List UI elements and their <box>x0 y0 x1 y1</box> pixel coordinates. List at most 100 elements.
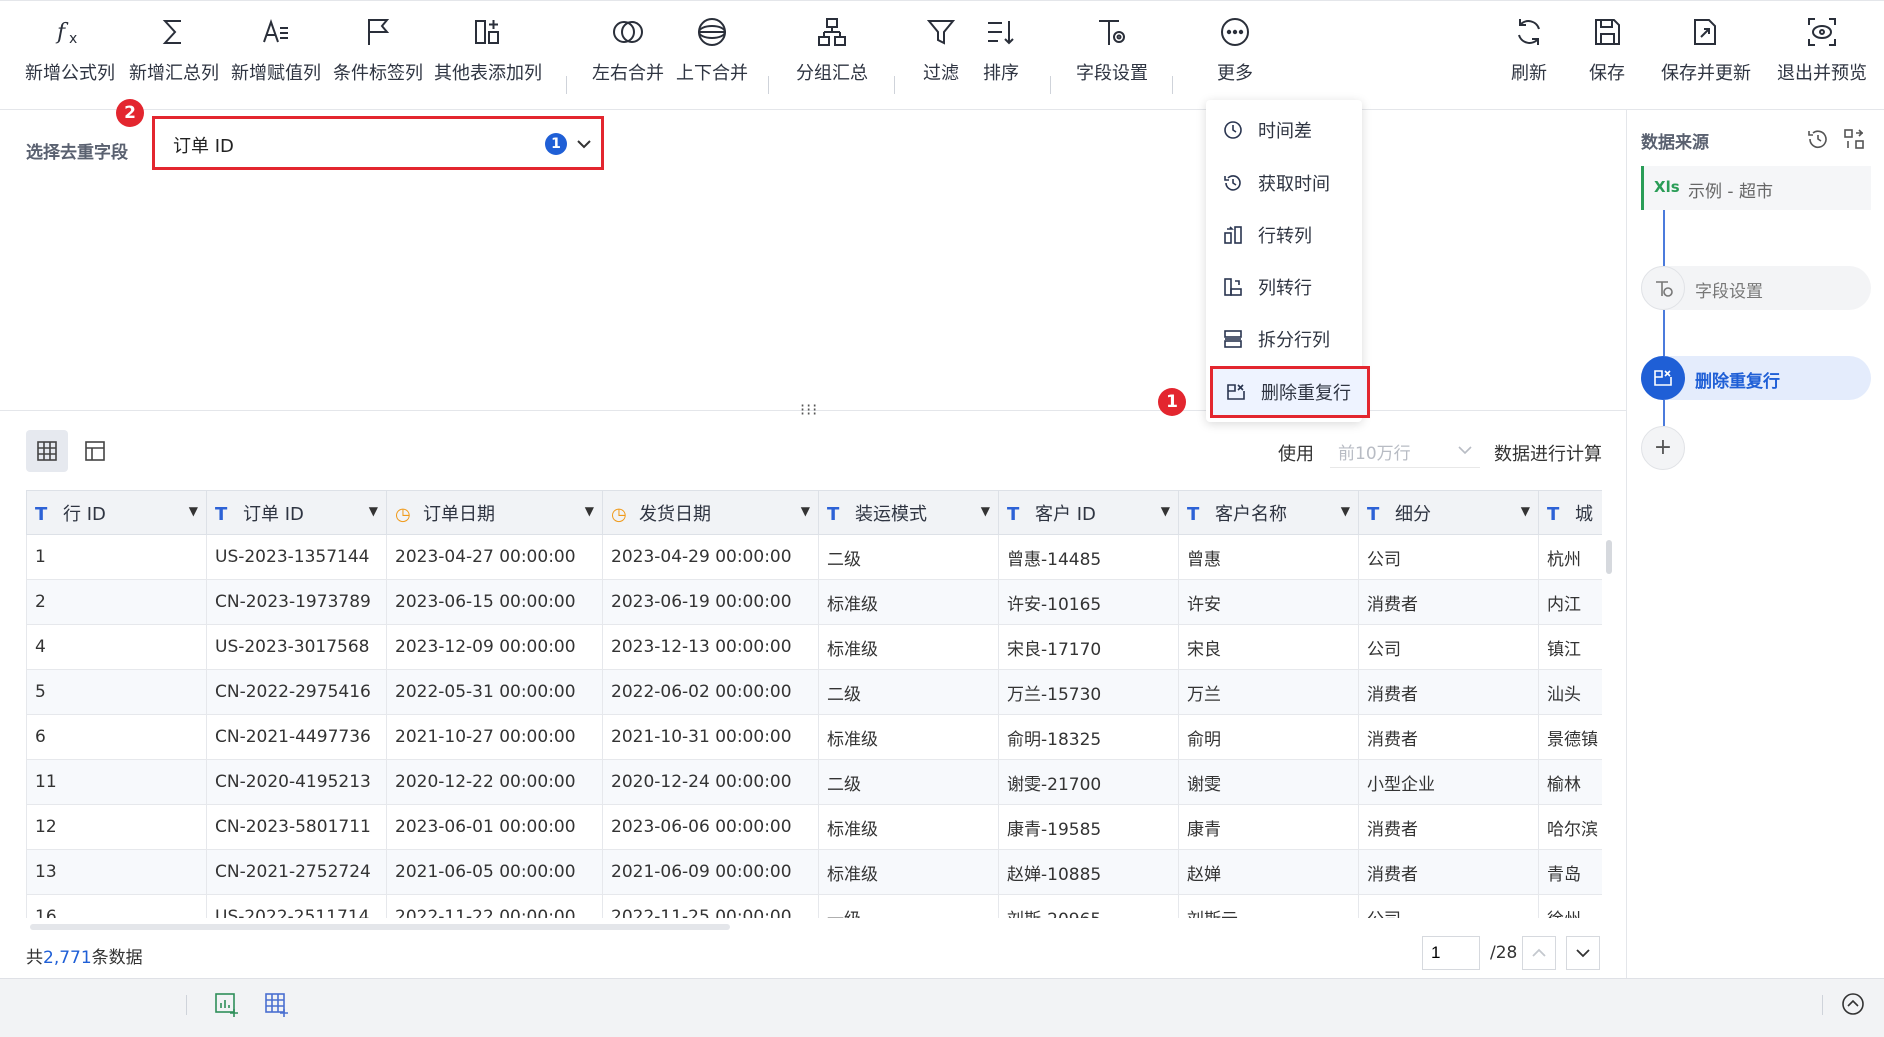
chevron-down-icon <box>577 140 591 149</box>
menu-item-split-rows[interactable]: 拆分行列 <box>1206 313 1362 365</box>
step-label: 删除重复行 <box>1695 372 1780 392</box>
column-menu-icon[interactable]: ▼ <box>1341 504 1350 518</box>
selected-count-badge: 1 <box>545 133 567 155</box>
menu-item-label: 拆分行列 <box>1258 330 1330 351</box>
add-assign-column-button[interactable]: 新增赋值列 <box>228 15 324 101</box>
refresh-button[interactable]: 刷新 <box>1504 15 1554 101</box>
more-button[interactable]: 更多 <box>1210 15 1260 101</box>
grid-view-toggle[interactable] <box>26 430 68 472</box>
column-menu-icon[interactable]: ▼ <box>801 504 810 518</box>
step-field-settings[interactable]: 字段设置 <box>1641 266 1871 310</box>
prev-page-button[interactable] <box>1522 936 1556 970</box>
horizontal-scrollbar[interactable] <box>30 924 730 930</box>
history-button[interactable] <box>1805 126 1831 152</box>
step-remove-duplicates[interactable]: 删除重复行 <box>1641 356 1871 400</box>
exit-and-preview-button[interactable]: 退出并预览 <box>1774 15 1870 101</box>
menu-item-time-diff[interactable]: 时间差 <box>1206 104 1362 156</box>
add-summary-column-button[interactable]: 新增汇总列 <box>126 15 222 101</box>
column-header[interactable]: T 装运模式 ▼ <box>818 490 999 535</box>
drag-handle-icon[interactable]: ⁝⁝⁝ <box>800 400 818 419</box>
add-step-button[interactable]: + <box>1641 426 1685 470</box>
table-cell: 标准级 <box>818 714 999 760</box>
row-limit-select[interactable]: 前10万行 <box>1330 432 1480 468</box>
menu-item-row-to-column[interactable]: 行转列 <box>1206 209 1362 261</box>
table-cell: 刘斯-20965 <box>998 894 1179 918</box>
column-menu-icon[interactable]: ▼ <box>1161 504 1170 518</box>
table-cell: 一级 <box>818 894 999 918</box>
layout-view-toggle[interactable] <box>74 430 116 472</box>
condition-tag-column-button[interactable]: 条件标签列 <box>330 15 426 101</box>
toolbar-label: 更多 <box>1217 63 1253 84</box>
layout-switch-button[interactable] <box>1841 126 1867 152</box>
column-header[interactable]: ◷ 发货日期 ▼ <box>602 490 819 535</box>
chevron-down-icon <box>1458 446 1472 455</box>
table-cell: 13 <box>26 849 207 895</box>
save-icon <box>1595 19 1620 45</box>
column-header[interactable]: T城 <box>1538 490 1602 535</box>
text-type-icon: T <box>1007 503 1020 525</box>
save-button[interactable]: 保存 <box>1582 15 1632 101</box>
filter-button[interactable]: 过滤 <box>916 15 966 101</box>
toolbar-label: 字段设置 <box>1076 63 1148 84</box>
menu-item-remove-duplicates[interactable]: 删除重复行 <box>1210 366 1370 418</box>
table-cell: 俞明-18325 <box>998 714 1179 760</box>
time-diff-icon <box>1224 121 1242 139</box>
dedupe-field-label: 选择去重字段 <box>26 143 128 163</box>
field-settings-button[interactable]: 字段设置 <box>1070 15 1154 101</box>
merge-horizontal-button[interactable]: 左右合并 <box>590 15 666 101</box>
sort-button[interactable]: 排序 <box>976 15 1026 101</box>
dedupe-field-select[interactable]: 订单 ID 1 <box>152 116 604 170</box>
next-page-button[interactable] <box>1566 936 1600 970</box>
text-type-icon: T <box>215 503 228 525</box>
chevron-down-icon <box>1576 949 1590 958</box>
toolbar-divider <box>1050 76 1051 94</box>
table-cell: 汕头 <box>1538 669 1602 715</box>
formula-icon: fx <box>55 20 77 47</box>
bottom-bar <box>0 978 1884 1037</box>
column-menu-icon[interactable]: ▼ <box>1521 504 1530 518</box>
table-cell: 1 <box>26 534 207 580</box>
table-cell: 2023-06-01 00:00:00 <box>386 804 603 850</box>
column-header[interactable]: T 行 ID ▼ <box>26 490 207 535</box>
column-name: 发货日期 <box>639 503 711 525</box>
flow-connector <box>1663 210 1665 266</box>
table-cell: 榆林 <box>1538 759 1602 805</box>
add-formula-column-button[interactable]: fx 新增公式列 <box>22 15 118 101</box>
column-menu-icon[interactable]: ▼ <box>189 504 198 518</box>
vertical-scrollbar[interactable] <box>1606 540 1612 574</box>
text-type-icon: T <box>1187 503 1200 525</box>
table-cell: 景德镇 <box>1538 714 1602 760</box>
column-header[interactable]: T 客户 ID ▼ <box>998 490 1179 535</box>
group-summary-button[interactable]: 分组汇总 <box>790 15 874 101</box>
table-cell: 2023-12-13 00:00:00 <box>602 624 819 670</box>
column-menu-icon[interactable]: ▼ <box>369 504 378 518</box>
menu-item-column-to-row[interactable]: 列转行 <box>1206 261 1362 313</box>
merge-vertical-button[interactable]: 上下合并 <box>674 15 750 101</box>
column-header[interactable]: T 细分 ▼ <box>1358 490 1539 535</box>
collapse-button[interactable] <box>1838 989 1868 1019</box>
table-cell: CN-2023-1973789 <box>206 579 387 625</box>
toolbar-label: 退出并预览 <box>1777 63 1867 84</box>
add-chart-sheet-button[interactable] <box>212 989 242 1019</box>
page-number-input[interactable] <box>1422 936 1480 970</box>
sort-icon <box>988 21 1014 45</box>
column-header[interactable]: ◷ 订单日期 ▼ <box>386 490 603 535</box>
table-row: 4 US-2023-3017568 2023-12-09 00:00:00 2023-… <box>26 624 1602 670</box>
save-and-update-button[interactable]: 保存并更新 <box>1660 15 1752 101</box>
add-table-sheet-button[interactable] <box>262 989 292 1019</box>
split-icon <box>1224 330 1242 348</box>
layout-switch-icon <box>1844 129 1864 149</box>
column-header[interactable]: T 客户名称 ▼ <box>1178 490 1359 535</box>
bottom-divider <box>1822 995 1823 1015</box>
toolbar-label: 保存并更新 <box>1661 63 1751 84</box>
assign-icon <box>263 18 288 43</box>
table-cell: 2021-06-05 00:00:00 <box>386 849 603 895</box>
data-source-card[interactable]: Xls 示例 - 超市 <box>1641 166 1871 210</box>
column-menu-icon[interactable]: ▼ <box>585 504 594 518</box>
menu-item-get-time[interactable]: 获取时间 <box>1206 157 1362 209</box>
column-menu-icon[interactable]: ▼ <box>981 504 990 518</box>
add-column-from-table-button[interactable]: 其他表添加列 <box>432 15 544 101</box>
table-cell: 公司 <box>1358 534 1539 580</box>
column-header[interactable]: T 订单 ID ▼ <box>206 490 387 535</box>
table-cell: 镇江 <box>1538 624 1602 670</box>
